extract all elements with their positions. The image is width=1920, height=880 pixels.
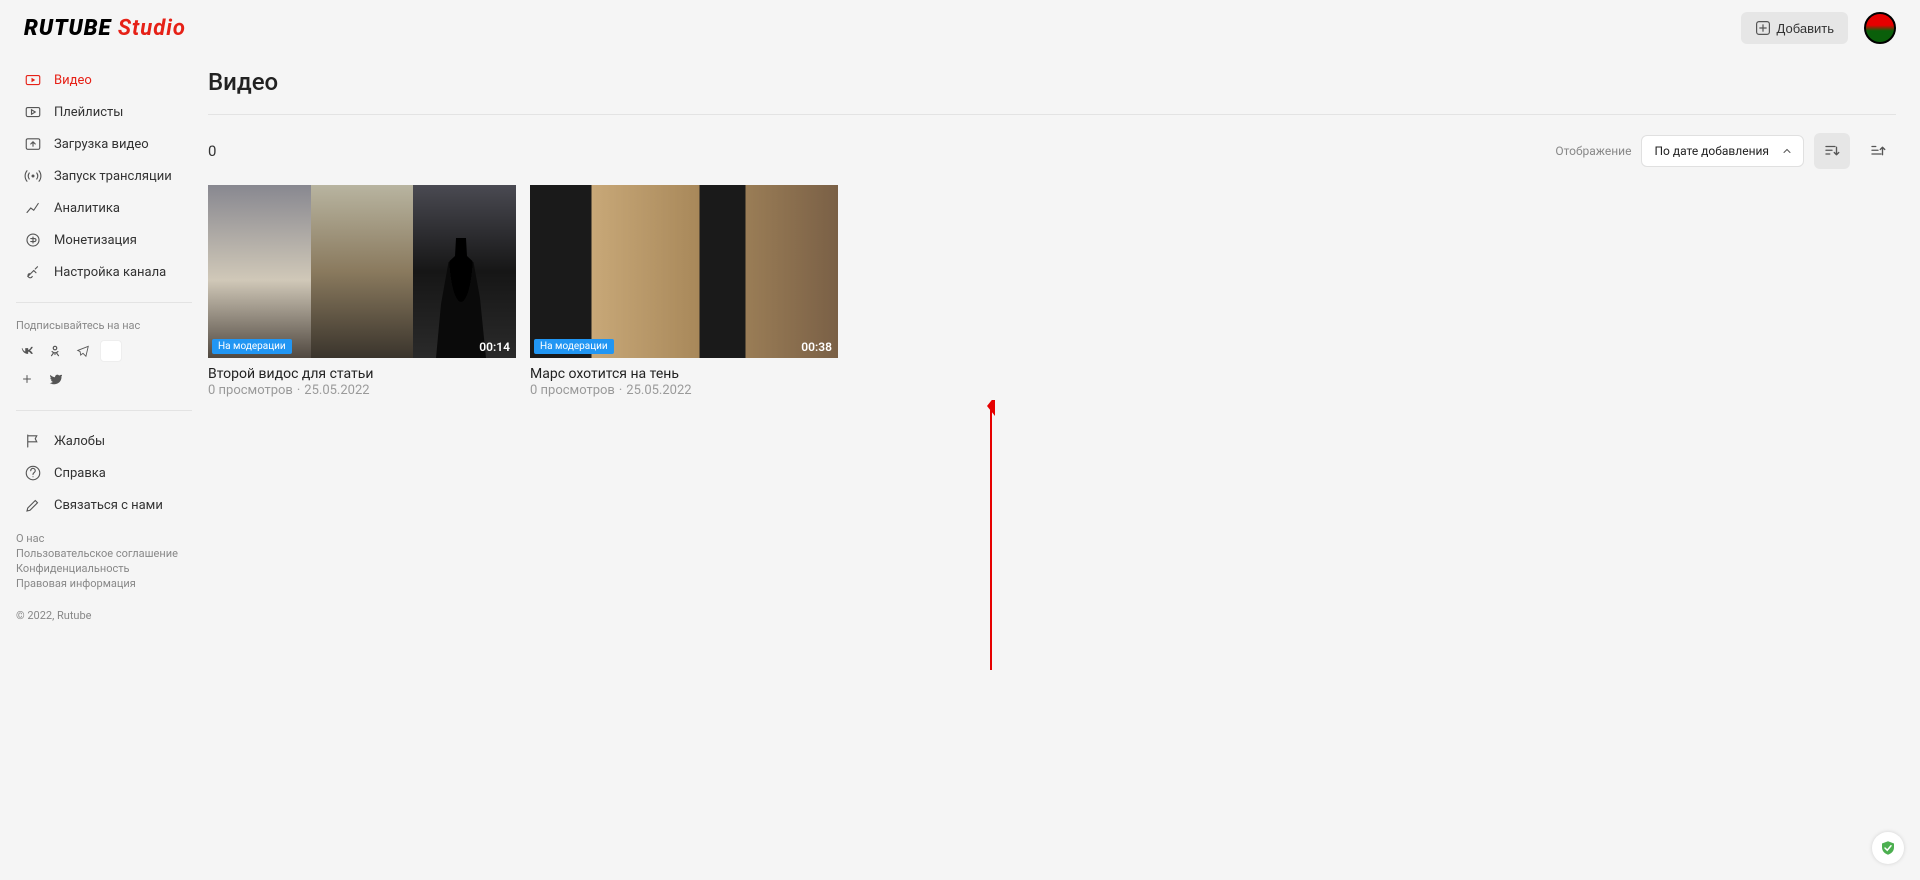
sidebar-item-label: Запуск трансляции <box>54 169 172 184</box>
social-row-2 <box>16 368 200 396</box>
chevron-up-icon <box>1781 145 1793 157</box>
copyright: © 2022, Rutube <box>16 591 200 622</box>
video-card[interactable]: На модерации 00:38 Марс охотится на тень… <box>530 185 838 398</box>
add-button[interactable]: Добавить <box>1741 12 1848 44</box>
social-twitter-icon[interactable] <box>44 368 66 390</box>
video-duration: 00:14 <box>479 340 510 354</box>
footer-link-about[interactable]: О нас <box>16 531 192 546</box>
sidebar-item-label: Загрузка видео <box>54 137 149 152</box>
avatar[interactable] <box>1864 12 1896 44</box>
flag-icon <box>24 432 42 450</box>
video-duration: 00:38 <box>801 340 832 354</box>
sidebar-item-label: Плейлисты <box>54 105 123 120</box>
broadcast-icon <box>24 167 42 185</box>
sort-desc-button[interactable] <box>1814 133 1850 169</box>
sidebar-item-upload[interactable]: Загрузка видео <box>16 128 200 160</box>
sidebar-item-label: Жалобы <box>54 434 105 449</box>
subscribe-label: Подписывайтесь на нас <box>16 317 200 340</box>
social-ok-icon[interactable] <box>44 340 66 362</box>
sort-desc-icon <box>1823 142 1841 160</box>
video-thumbnail[interactable]: На модерации 00:14 <box>208 185 516 358</box>
annotation-arrow-icon <box>981 400 1001 680</box>
sidebar-item-video[interactable]: Видео <box>16 64 200 96</box>
video-count: 0 <box>208 142 216 160</box>
video-title: Марс охотится на тень <box>530 358 838 382</box>
sidebar-item-stream[interactable]: Запуск трансляции <box>16 160 200 192</box>
analytics-icon <box>24 199 42 217</box>
monetization-icon <box>24 231 42 249</box>
status-badge: На модерации <box>212 339 292 354</box>
header-right: Добавить <box>1741 12 1896 44</box>
sort-select-label: По дате добавления <box>1654 144 1769 158</box>
video-thumbnail[interactable]: На модерации 00:38 <box>530 185 838 358</box>
sidebar-item-monetization[interactable]: Монетизация <box>16 224 200 256</box>
sort-select[interactable]: По дате добавления <box>1641 135 1804 167</box>
video-icon <box>24 71 42 89</box>
footer-links: О нас Пользовательское соглашение Конфид… <box>16 521 200 591</box>
sidebar-item-label: Справка <box>54 466 106 481</box>
sidebar-item-settings[interactable]: Настройка канала <box>16 256 200 288</box>
video-views: 0 просмотров <box>530 383 615 398</box>
sidebar-item-complaints[interactable]: Жалобы <box>16 425 200 457</box>
sidebar-item-playlists[interactable]: Плейлисты <box>16 96 200 128</box>
sidebar-item-label: Аналитика <box>54 201 120 216</box>
video-views: 0 просмотров <box>208 383 293 398</box>
upload-icon <box>24 135 42 153</box>
social-row <box>16 340 200 368</box>
settings-icon <box>24 263 42 281</box>
status-badge: На модерации <box>534 339 614 354</box>
social-plus-icon[interactable] <box>16 368 38 390</box>
sidebar-item-help[interactable]: Справка <box>16 457 200 489</box>
logo-studio: Studio <box>118 16 186 41</box>
video-date: 25.05.2022 <box>626 383 691 398</box>
help-icon <box>24 464 42 482</box>
footer-link-privacy[interactable]: Конфиденциальность <box>16 561 192 576</box>
social-telegram-icon[interactable] <box>72 340 94 362</box>
video-card[interactable]: На модерации 00:14 Второй видос для стат… <box>208 185 516 398</box>
playlist-icon <box>24 103 42 121</box>
page-title: Видео <box>208 68 1896 115</box>
video-grid: На модерации 00:14 Второй видос для стат… <box>208 185 1896 398</box>
sidebar-item-contact[interactable]: Связаться с нами <box>16 489 200 521</box>
logo-main: RUTUBE <box>24 16 111 41</box>
add-button-label: Добавить <box>1777 21 1834 36</box>
social-blank[interactable] <box>100 340 122 362</box>
video-date: 25.05.2022 <box>304 383 369 398</box>
shield-check-icon <box>1879 839 1897 857</box>
video-title: Второй видос для статьи <box>208 358 516 382</box>
sort-asc-icon <box>1869 142 1887 160</box>
sidebar-item-label: Настройка канала <box>54 265 166 280</box>
display-label: Отображение <box>1555 144 1631 158</box>
logo[interactable]: RUTUBE Studio <box>24 16 186 41</box>
edit-icon <box>24 496 42 514</box>
sidebar-item-analytics[interactable]: Аналитика <box>16 192 200 224</box>
sort-asc-button[interactable] <box>1860 133 1896 169</box>
sidebar-item-label: Монетизация <box>54 233 137 248</box>
header: RUTUBE Studio Добавить <box>0 0 1920 56</box>
video-meta: 0 просмотров·25.05.2022 <box>530 382 838 398</box>
controls-row: 0 Отображение По дате добавления <box>208 115 1896 185</box>
main-content: Видео 0 Отображение По дате добавления <box>200 56 1920 642</box>
sidebar-item-label: Связаться с нами <box>54 498 163 513</box>
shield-badge[interactable] <box>1872 832 1904 864</box>
sidebar-item-label: Видео <box>54 73 92 88</box>
video-meta: 0 просмотров·25.05.2022 <box>208 382 516 398</box>
footer-link-terms[interactable]: Пользовательское соглашение <box>16 546 192 561</box>
footer-link-legal[interactable]: Правовая информация <box>16 576 192 591</box>
plus-square-icon <box>1755 20 1771 36</box>
sidebar: Видео Плейлисты Загрузка видео Запуск тр… <box>0 56 200 642</box>
social-vk-icon[interactable] <box>16 340 38 362</box>
